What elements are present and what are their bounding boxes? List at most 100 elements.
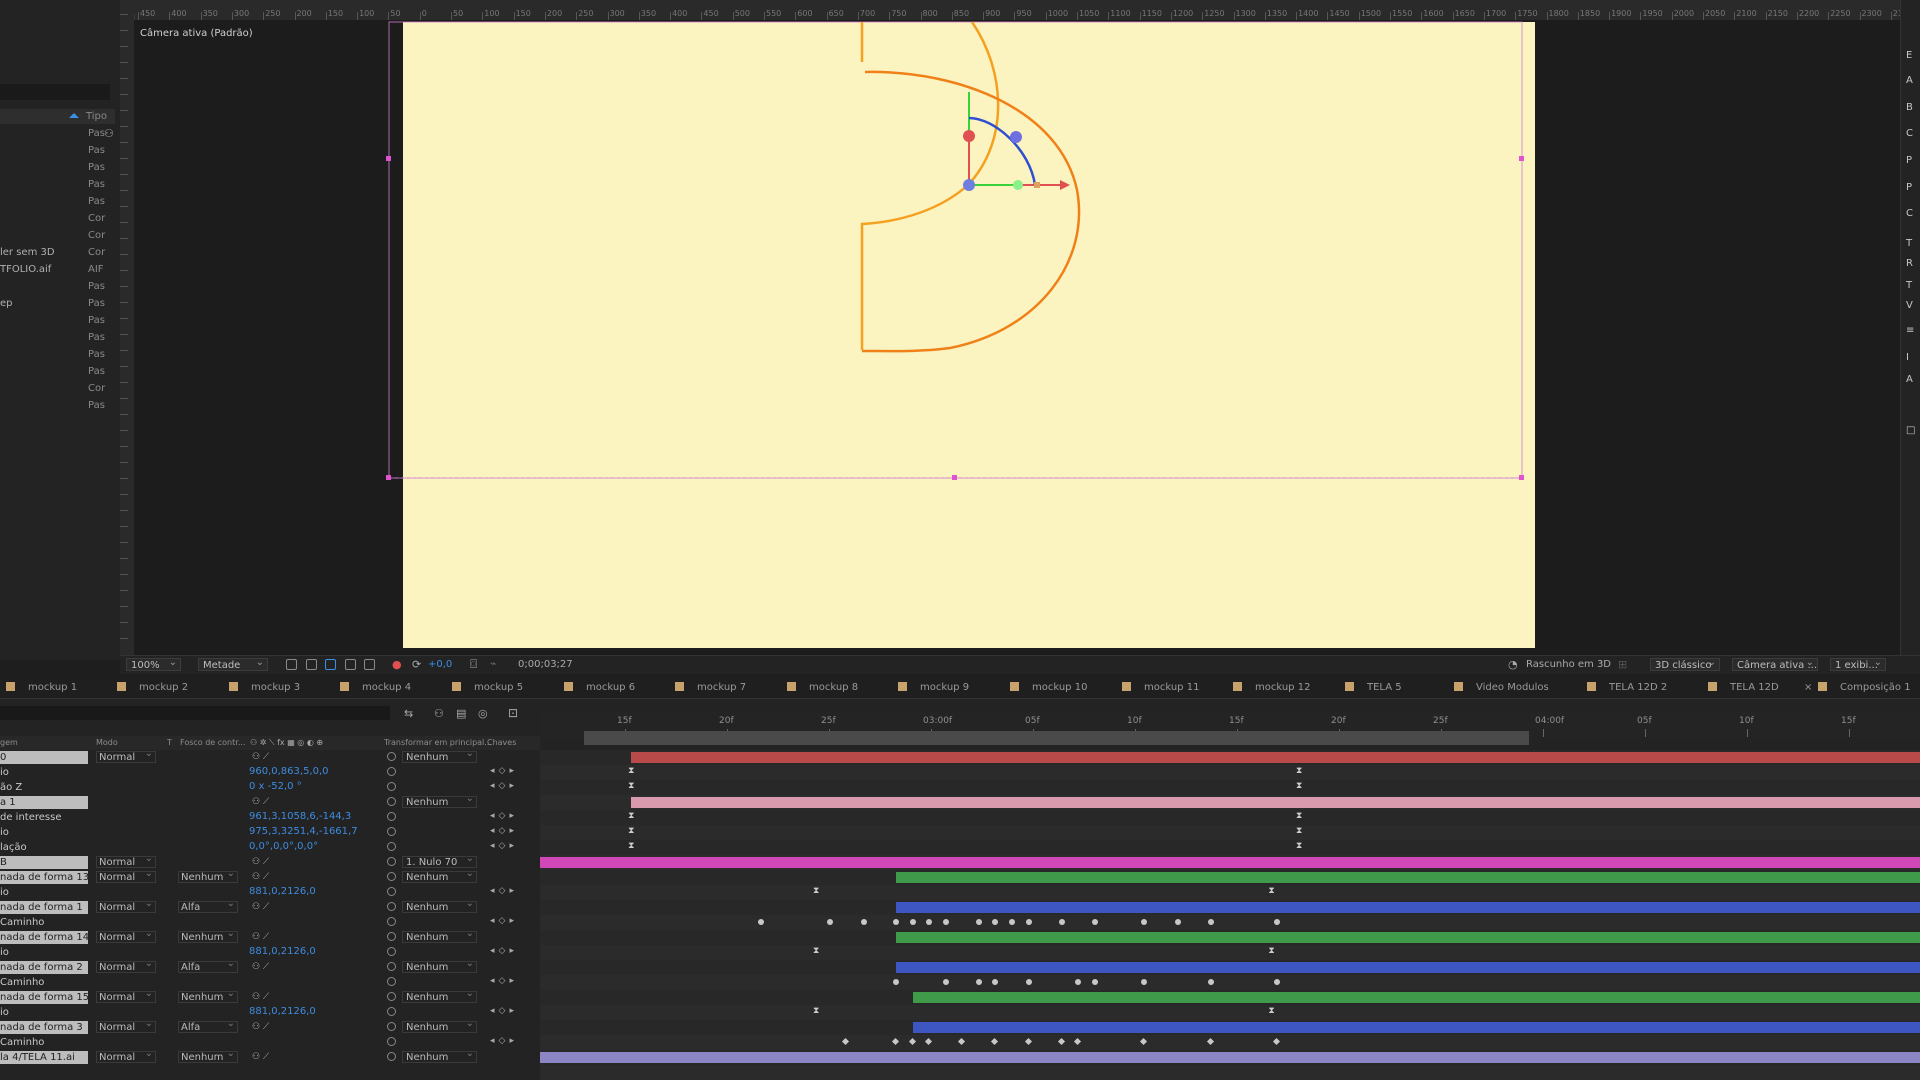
tab-mockup-10[interactable]: mockup 10: [1010, 678, 1087, 698]
keyframe-icon[interactable]: [893, 919, 900, 925]
keyframe-icon[interactable]: [1272, 1037, 1280, 1046]
comp-flowchart-icon[interactable]: ⇆: [404, 707, 413, 720]
keyframe-icon[interactable]: [1008, 919, 1015, 925]
layer-mode-dropdown[interactable]: Normal: [96, 928, 156, 943]
col-layer-name[interactable]: gem: [0, 738, 18, 747]
color-channels-icon[interactable]: ●: [392, 658, 402, 671]
layer-duration-bar[interactable]: [540, 857, 1920, 868]
keyframe-nav[interactable]: ◂◇▸: [490, 766, 518, 776]
reset-exposure-icon[interactable]: ⟳: [412, 658, 421, 671]
property-value[interactable]: 960,0,863,5,0,0: [249, 766, 329, 777]
keyframe-icon[interactable]: ⧗: [1296, 781, 1302, 791]
checkbox-icon[interactable]: □: [1906, 425, 1915, 436]
layer-row[interactable]: nada de forma 13 Normal Nenhum ⚇ ⟋ Nenhum: [0, 868, 540, 885]
tab-mockup-11[interactable]: mockup 11: [1122, 678, 1199, 698]
keyframe-icon[interactable]: [908, 1037, 916, 1046]
graph-editor-icon[interactable]: ⊡: [508, 706, 518, 720]
keyframe-icon[interactable]: ⧗: [813, 886, 819, 896]
project-item[interactable]: Pas: [0, 142, 112, 159]
parent-dropdown[interactable]: Nenhum: [402, 868, 477, 883]
layer-name[interactable]: Caminho: [0, 976, 88, 989]
keyframe-icon[interactable]: [1273, 919, 1280, 925]
parent-pickwhip-icon[interactable]: [387, 767, 396, 776]
keyframe-icon[interactable]: [942, 979, 949, 985]
parent-pickwhip-icon[interactable]: [387, 887, 396, 896]
layer-row[interactable]: nada de forma 15 Normal Nenhum ⚇ ⟋ Nenhum: [0, 988, 540, 1005]
keyframe-icon[interactable]: [1024, 1037, 1032, 1046]
draft-3d-toggle-icon[interactable]: ⚇: [434, 707, 444, 720]
layer-row[interactable]: a 1 ⚇ ⟋ Nenhum: [0, 793, 540, 810]
keyframe-icon[interactable]: [1074, 1037, 1082, 1046]
font-size-icon[interactable]: T: [1906, 280, 1912, 291]
tab-mockup-12[interactable]: mockup 12: [1233, 678, 1310, 698]
views-dropdown[interactable]: 1 exibi...: [1830, 656, 1886, 671]
show-snapshot-icon[interactable]: ⌁: [490, 657, 497, 670]
keyframe-icon[interactable]: ⧗: [1268, 946, 1274, 956]
keyframe-icon[interactable]: ⧗: [628, 841, 634, 851]
layer-row[interactable]: nada de forma 2 Normal Alfa ⚇ ⟋ Nenhum: [0, 958, 540, 975]
tab-tela-12d-2[interactable]: TELA 12D 2: [1587, 678, 1667, 698]
layer-name[interactable]: a 1: [0, 796, 88, 809]
layer-mode-dropdown[interactable]: Normal: [96, 1048, 156, 1063]
keyframe-icon[interactable]: [757, 919, 764, 925]
property-value[interactable]: 0 x -52,0 °: [249, 781, 302, 792]
layer-mode-dropdown[interactable]: Normal: [96, 988, 156, 1003]
layer-duration-bar[interactable]: [540, 1052, 1920, 1063]
keyframe-icon[interactable]: [925, 1037, 933, 1046]
keyframe-icon[interactable]: [893, 979, 900, 985]
keyframe-icon[interactable]: [1075, 979, 1082, 985]
draft-3d-label[interactable]: Rascunho em 3D: [1526, 659, 1611, 670]
layer-name[interactable]: nada de forma 13: [0, 871, 88, 884]
layer-mode-dropdown[interactable]: Normal: [96, 868, 156, 883]
renderer-dropdown[interactable]: 3D clássico: [1650, 656, 1720, 671]
layer-duration-bar[interactable]: [631, 797, 1920, 808]
layer-row[interactable]: lação 0,0°,0,0°,0,0° ◂◇▸: [0, 840, 540, 855]
layer-row[interactable]: io 881,0,2126,0 ◂◇▸: [0, 945, 540, 960]
parent-dropdown[interactable]: Nenhum: [402, 748, 477, 763]
keyframe-icon[interactable]: [1025, 979, 1032, 985]
project-item[interactable]: Cor: [0, 210, 112, 227]
project-item[interactable]: TFOLIO.aif AIF: [0, 261, 112, 278]
parent-pickwhip-icon[interactable]: [387, 977, 396, 986]
parent-pickwhip-icon[interactable]: [387, 872, 396, 881]
project-item[interactable]: Pas: [0, 363, 112, 380]
layer-row[interactable]: io 881,0,2126,0 ◂◇▸: [0, 1005, 540, 1020]
keyframe-nav[interactable]: ◂◇▸: [490, 886, 518, 896]
layer-name[interactable]: la 4/TELA 11.ai: [0, 1051, 88, 1064]
tab-tela-5[interactable]: TELA 5: [1345, 678, 1402, 698]
project-item[interactable]: Pas: [0, 278, 112, 295]
property-value[interactable]: 961,3,1058,6,-144,3: [249, 811, 351, 822]
track-matte-dropdown[interactable]: Alfa: [178, 898, 238, 913]
keyframe-nav[interactable]: ◂◇▸: [490, 826, 518, 836]
layer-row[interactable]: Caminho ◂◇▸: [0, 1035, 540, 1050]
track-matte-dropdown[interactable]: Nenhum: [178, 1048, 238, 1063]
mask-visibility-icon[interactable]: [325, 659, 336, 670]
layer-mode-dropdown[interactable]: Normal: [96, 853, 156, 868]
keyframe-icon[interactable]: [1057, 1037, 1065, 1046]
track-matte-dropdown[interactable]: Nenhum: [178, 928, 238, 943]
project-item[interactable]: Pas: [0, 312, 112, 329]
timeline-search-input[interactable]: [0, 706, 390, 720]
project-search-input[interactable]: [0, 84, 110, 100]
layer-row[interactable]: nada de forma 14 Normal Nenhum ⚇ ⟋ Nenhum: [0, 928, 540, 945]
property-value[interactable]: 975,3,3251,4,-1661,7: [249, 826, 358, 837]
tab-mockup-6[interactable]: mockup 6: [564, 678, 635, 698]
keyframe-icon[interactable]: [1141, 919, 1148, 925]
layer-row[interactable]: io 960,0,863,5,0,0 ◂◇▸: [0, 765, 540, 780]
layer-row[interactable]: Caminho ◂◇▸: [0, 975, 540, 990]
property-value[interactable]: 881,0,2126,0: [249, 1006, 316, 1017]
layer-duration-bar[interactable]: [896, 932, 1920, 943]
keyframe-icon[interactable]: [958, 1037, 966, 1046]
parent-dropdown[interactable]: Nenhum: [402, 988, 477, 1003]
layer-name[interactable]: de interesse: [0, 811, 88, 824]
current-timecode[interactable]: 0;00;03;27: [518, 659, 573, 670]
parent-pickwhip-icon[interactable]: [387, 827, 396, 836]
keyframe-icon[interactable]: [1058, 919, 1065, 925]
layer-row[interactable]: ão Z 0 x -52,0 ° ◂◇▸: [0, 780, 540, 795]
keyframe-icon[interactable]: [842, 1037, 850, 1046]
parent-pickwhip-icon[interactable]: [387, 947, 396, 956]
keyframe-icon[interactable]: ⧗: [813, 1006, 819, 1016]
parent-dropdown[interactable]: Nenhum: [402, 793, 477, 808]
layer-name[interactable]: 0: [0, 751, 88, 764]
layer-row[interactable]: de interesse 961,3,1058,6,-144,3 ◂◇▸: [0, 810, 540, 825]
